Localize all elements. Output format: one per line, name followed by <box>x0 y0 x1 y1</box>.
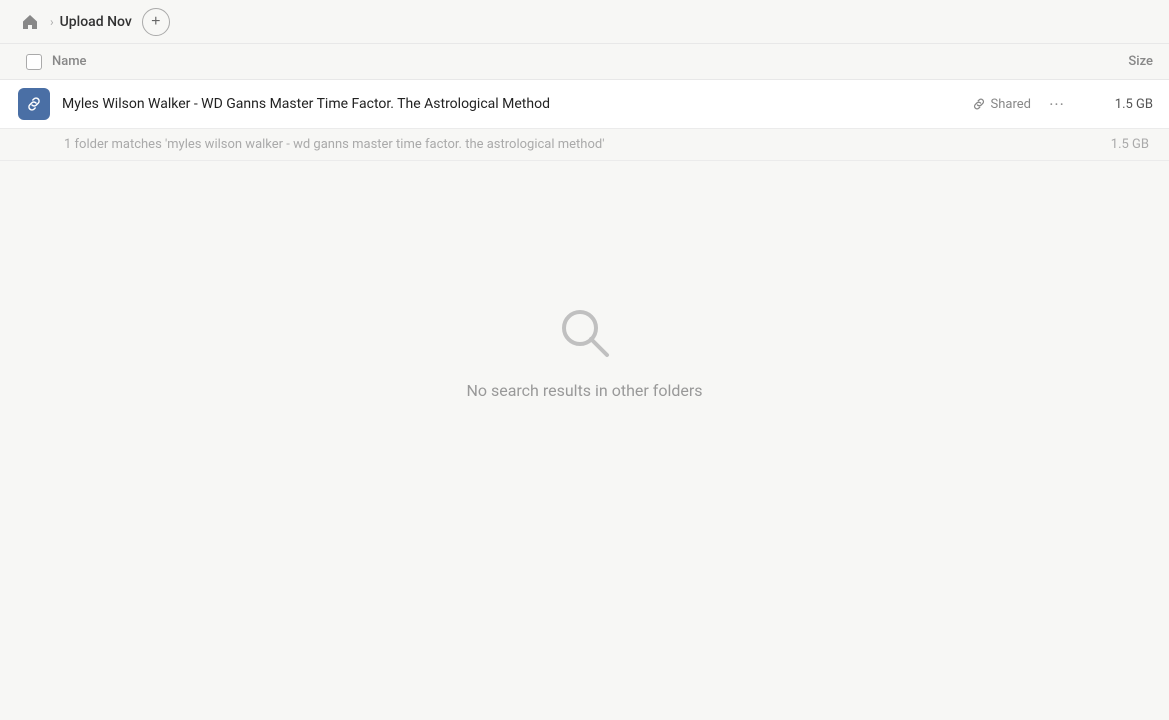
breadcrumb-label: Upload Nov <box>60 14 132 30</box>
link-icon <box>972 97 986 111</box>
file-row[interactable]: Myles Wilson Walker - WD Ganns Master Ti… <box>0 80 1169 129</box>
empty-state: No search results in other folders <box>0 161 1169 400</box>
top-bar: › Upload Nov + <box>0 0 1169 44</box>
link-folder-icon <box>25 95 43 113</box>
match-text: 1 folder matches 'myles wilson walker - … <box>64 137 604 152</box>
file-name: Myles Wilson Walker - WD Ganns Master Ti… <box>52 96 972 112</box>
size-column-header: Size <box>1073 54 1153 69</box>
folder-icon <box>18 88 50 120</box>
table-header: Name Size <box>0 44 1169 80</box>
select-all-checkbox[interactable] <box>26 54 42 70</box>
empty-search-icon <box>553 301 617 365</box>
shared-label: Shared <box>972 97 1031 112</box>
select-all-checkbox-col[interactable] <box>16 54 52 70</box>
home-icon <box>22 14 38 30</box>
match-size: 1.5 GB <box>1111 137 1153 152</box>
no-results-text: No search results in other folders <box>466 381 702 400</box>
more-options-icon: ··· <box>1049 95 1065 114</box>
more-options-button[interactable]: ··· <box>1043 90 1071 118</box>
name-column-header: Name <box>52 54 1073 69</box>
breadcrumb-separator: › <box>50 15 54 29</box>
folder-icon-box <box>16 88 52 120</box>
shared-text: Shared <box>991 97 1031 112</box>
home-button[interactable] <box>16 8 44 36</box>
add-button[interactable]: + <box>142 8 170 36</box>
file-size: 1.5 GB <box>1083 97 1153 112</box>
match-info: 1 folder matches 'myles wilson walker - … <box>0 129 1169 161</box>
